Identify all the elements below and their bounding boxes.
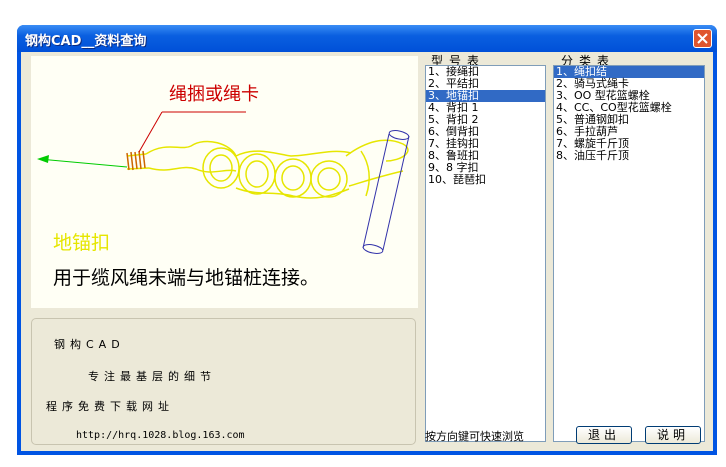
knot-preview-panel: 绳捆或绳卡 地锚扣 用于缆风绳末端与地锚桩连接。 <box>31 56 418 308</box>
title-bar[interactable]: 钢构CAD__资料查询 <box>17 25 717 52</box>
callout-label: 绳捆或绳卡 <box>169 84 259 105</box>
navigation-hint: 按方向键可快速浏览 <box>425 430 524 443</box>
close-button[interactable] <box>693 29 712 48</box>
client-area: 绳捆或绳卡 地锚扣 用于缆风绳末端与地锚桩连接。 钢构CAD 专注最基层的细节 … <box>21 52 713 451</box>
window-title: 钢构CAD__资料查询 <box>25 34 147 49</box>
app-window: 钢构CAD__资料查询 绳捆或绳卡 地锚扣 用于缆风绳末端与地锚桩连接。 钢构C… <box>17 25 717 455</box>
slogan-text: 专注最基层的细节 <box>88 370 216 383</box>
exit-button[interactable]: 退出 <box>576 426 632 444</box>
close-icon <box>697 33 708 44</box>
type-listbox[interactable]: 1、接绳扣 2、平结扣 3、地锚扣 4、背扣 1 5、背扣 2 6、倒背扣 7、挂钩扣 8、鲁… <box>425 65 546 442</box>
download-url[interactable]: http://hrq.1028.blog.163.com <box>76 430 245 441</box>
help-button[interactable]: 说明 <box>645 426 701 444</box>
app-name-text: 钢构CAD <box>54 338 125 351</box>
knot-description: 用于缆风绳末端与地锚桩连接。 <box>53 267 320 289</box>
info-panel: 钢构CAD 专注最基层的细节 程序免费下载网址 http://hrq.1028.… <box>31 318 416 445</box>
category-list-item[interactable]: 8、油压千斤顶 <box>554 150 704 162</box>
category-listbox[interactable]: 1、绳扣结 2、骑马式绳卡 3、OO 型花篮螺栓 4、CC、CO型花篮螺栓 5、普通钢卸… <box>553 65 705 442</box>
download-text: 程序免费下载网址 <box>46 400 174 413</box>
type-list-item[interactable]: 10、琵琶扣 <box>426 174 545 186</box>
knot-name: 地锚扣 <box>53 232 111 254</box>
